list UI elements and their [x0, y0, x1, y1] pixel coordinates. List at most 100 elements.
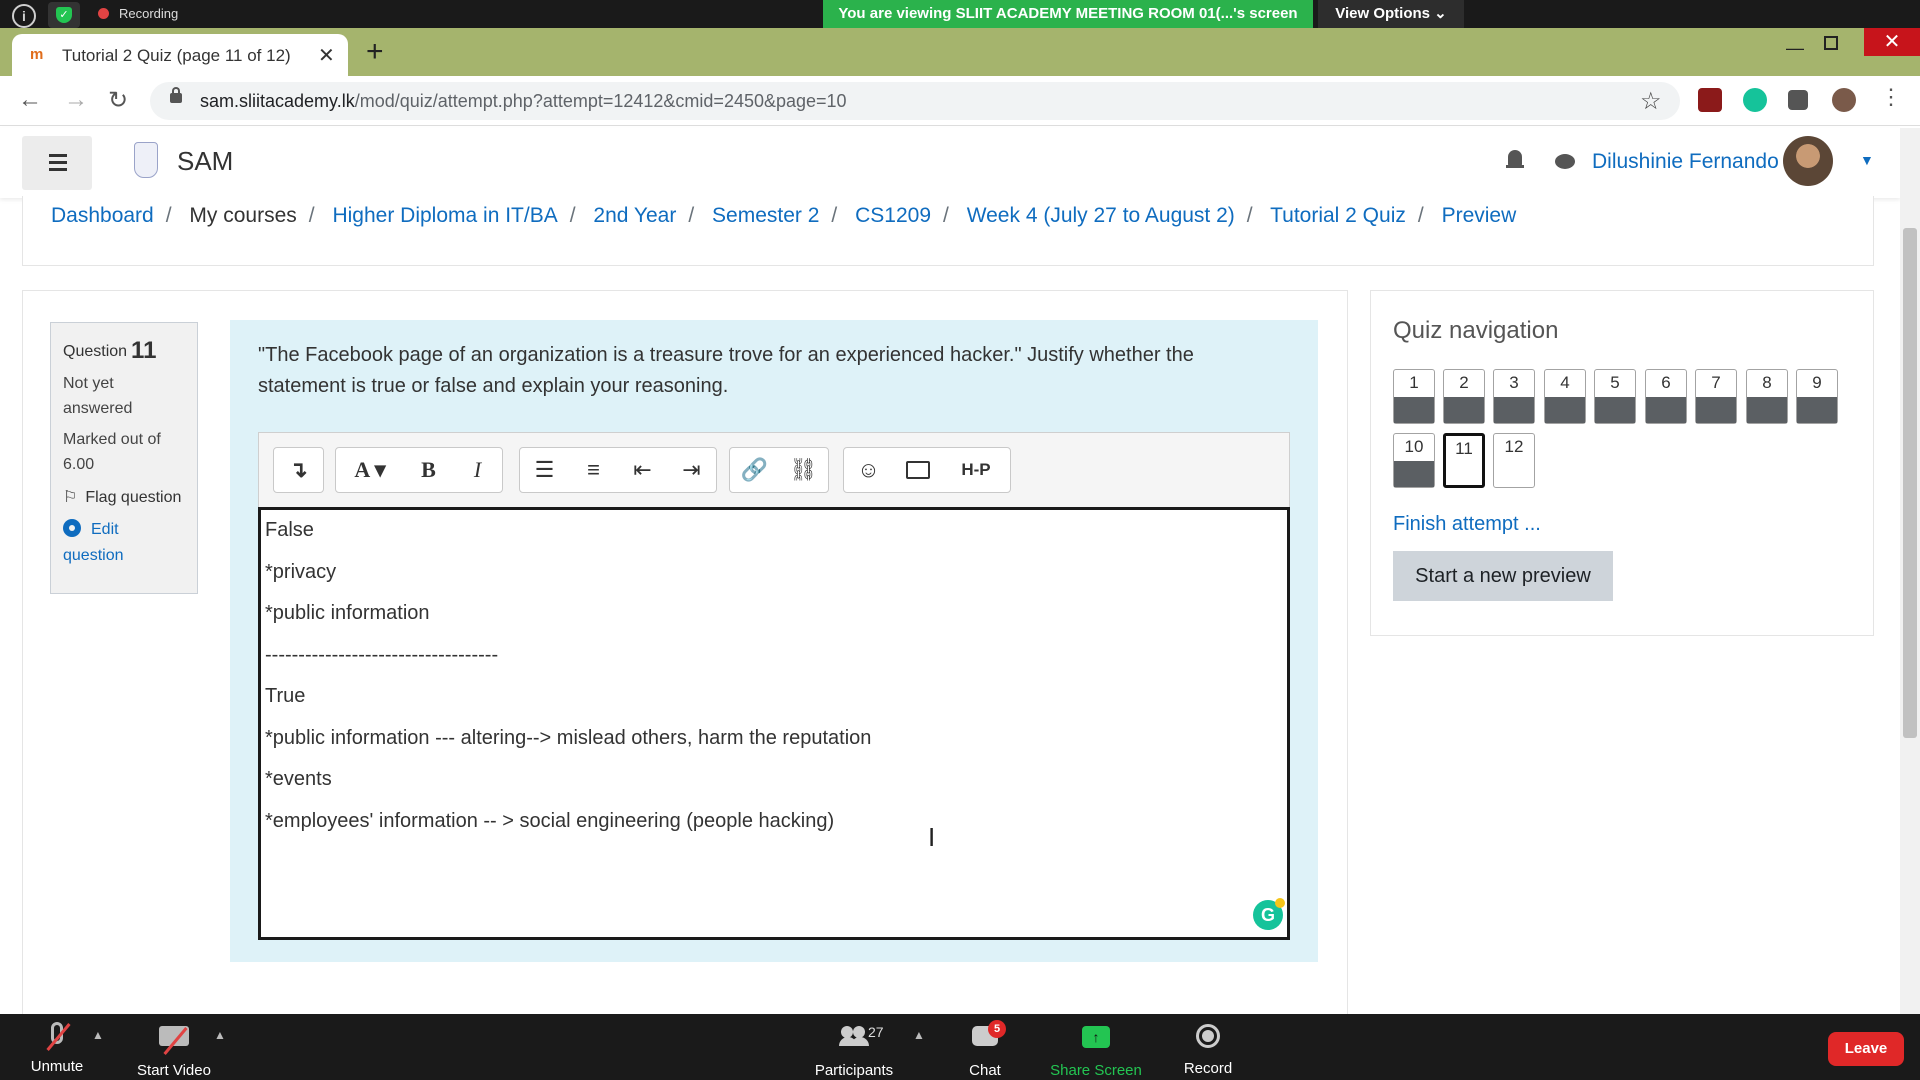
window-restore-button[interactable]	[1824, 36, 1838, 50]
chat-label: Chat	[969, 1062, 1001, 1079]
breadcrumb-week[interactable]: Week 4 (July 27 to August 2)	[967, 204, 1235, 227]
zoom-control-bar: Unmute ▲ Start Video ▲ 27 Participants ▲…	[0, 1014, 1920, 1080]
breadcrumb-dashboard[interactable]: Dashboard	[51, 204, 154, 227]
ordered-list-icon[interactable]: ≡	[569, 448, 618, 492]
messages-icon[interactable]	[1555, 154, 1575, 169]
participants-options-caret-icon[interactable]: ▲	[913, 1028, 925, 1042]
puzzle-extension-icon[interactable]	[1788, 90, 1808, 110]
reload-icon[interactable]: ↻	[108, 86, 128, 115]
user-menu-caret-icon[interactable]: ▼	[1860, 152, 1874, 168]
quiz-nav-button[interactable]: 9	[1796, 369, 1838, 424]
zoom-top-bar: i ✓ Recording You are viewing SLIIT ACAD…	[0, 0, 1920, 28]
quiz-nav-number: 10	[1404, 437, 1424, 456]
participants-label: Participants	[814, 1062, 894, 1079]
grammarly-extension-icon[interactable]	[1743, 88, 1767, 112]
bold-button[interactable]: B	[404, 448, 453, 492]
edit-question-link[interactable]: Edit question	[63, 517, 185, 569]
breadcrumb-quiz[interactable]: Tutorial 2 Quiz	[1270, 204, 1406, 227]
site-name[interactable]: SAM	[177, 146, 233, 177]
start-video-label: Start Video	[137, 1062, 211, 1079]
quiz-nav-button[interactable]: 2	[1443, 369, 1485, 424]
question-info-panel: Question 11 Not yet answered Marked out of…	[50, 322, 198, 594]
unlink-icon[interactable]: ⛓	[779, 448, 828, 492]
back-arrow-icon[interactable]: ←	[18, 86, 42, 114]
audio-options-caret-icon[interactable]: ▲	[92, 1028, 104, 1042]
record-button[interactable]: Record	[1176, 1022, 1240, 1077]
quiz-nav-button[interactable]: 12	[1493, 433, 1535, 488]
hamburger-menu-button[interactable]	[22, 136, 92, 190]
h5p-button[interactable]: H-P	[942, 448, 1010, 492]
status-line-1: Not yet	[63, 375, 114, 392]
scrollbar-thumb[interactable]	[1903, 228, 1917, 738]
chat-icon: 5	[972, 1020, 1006, 1056]
edit-label-1: Edit	[91, 521, 119, 538]
breadcrumb-program[interactable]: Higher Diploma in IT/BA	[332, 204, 557, 227]
recording-dot-icon	[98, 8, 109, 19]
breadcrumb-year[interactable]: 2nd Year	[593, 204, 676, 227]
font-style-button[interactable]: A ▾	[336, 448, 404, 492]
quiz-nav-button[interactable]: 1	[1393, 369, 1435, 424]
quiz-nav-number: 11	[1455, 439, 1473, 458]
breadcrumb-semester[interactable]: Semester 2	[712, 204, 819, 227]
window-close-button[interactable]: ✕	[1864, 28, 1920, 56]
quiz-nav-button[interactable]: 3	[1493, 369, 1535, 424]
breadcrumb-preview[interactable]: Preview	[1442, 204, 1517, 227]
share-screen-icon: ↑	[1046, 1026, 1146, 1056]
breadcrumb-course[interactable]: CS1209	[855, 204, 931, 227]
quiz-nav-button[interactable]: 7	[1695, 369, 1737, 424]
page-scrollbar[interactable]	[1900, 128, 1920, 1014]
question-label: Question	[63, 343, 128, 360]
quiz-nav-button[interactable]: 10	[1393, 433, 1435, 488]
chat-button[interactable]: 5 Chat	[952, 1020, 1018, 1079]
participants-button[interactable]: 27 Participants	[808, 1022, 900, 1079]
share-screen-button[interactable]: ↑ Share Screen	[1046, 1022, 1146, 1079]
profile-avatar-icon[interactable]	[1832, 88, 1856, 112]
browser-tab[interactable]: m Tutorial 2 Quiz (page 11 of 12) ✕	[12, 34, 348, 76]
quiz-nav-button[interactable]: 4	[1544, 369, 1586, 424]
security-shield-icon[interactable]: ✓	[48, 2, 80, 28]
indent-icon[interactable]: ⇥	[667, 448, 716, 492]
view-options-button[interactable]: View Options ⌄	[1318, 0, 1464, 28]
link-icon[interactable]: 🔗	[730, 448, 779, 492]
quiz-nav-button-current[interactable]: 11	[1443, 433, 1485, 488]
browser-menu-icon[interactable]: ⋮	[1880, 84, 1902, 110]
url-input[interactable]: sam.sliitacademy.lk/mod/quiz/attempt.php…	[150, 82, 1680, 120]
image-icon[interactable]	[893, 448, 942, 492]
answer-line: *privacy	[265, 560, 337, 583]
window-minimize-button[interactable]: —	[1786, 38, 1804, 59]
sliit-logo-icon[interactable]	[134, 142, 158, 178]
leave-meeting-button[interactable]: Leave	[1828, 1032, 1904, 1066]
start-new-preview-button[interactable]: Start a new preview	[1393, 551, 1613, 601]
user-name[interactable]: Dilushinie Fernando	[1592, 150, 1779, 174]
flag-question-button[interactable]: ⚐ Flag question	[63, 487, 185, 507]
quiz-nav-button[interactable]: 5	[1594, 369, 1636, 424]
quiz-nav-button[interactable]: 6	[1645, 369, 1687, 424]
video-options-caret-icon[interactable]: ▲	[214, 1028, 226, 1042]
grammarly-icon[interactable]: G	[1253, 898, 1285, 930]
new-tab-button[interactable]: +	[366, 37, 384, 67]
unordered-list-icon[interactable]: ☰	[520, 448, 569, 492]
question-number: Question 11	[63, 337, 185, 365]
toolbar-collapse-button[interactable]: ↴	[274, 448, 323, 492]
quiz-nav-number: 9	[1812, 373, 1822, 392]
lock-icon[interactable]	[170, 87, 182, 103]
quiz-nav-number: 5	[1610, 373, 1620, 392]
answer-textarea[interactable]: False *privacy *public information -----…	[258, 507, 1290, 940]
forward-arrow-icon[interactable]: →	[64, 86, 88, 114]
emoji-icon[interactable]: ☺	[844, 448, 893, 492]
quiz-nav-button[interactable]: 8	[1746, 369, 1788, 424]
finish-attempt-link[interactable]: Finish attempt ...	[1393, 513, 1541, 536]
unmute-label: Unmute	[30, 1058, 84, 1075]
info-icon[interactable]: i	[12, 4, 36, 28]
notification-bell-icon[interactable]	[1506, 150, 1524, 172]
pdf-extension-icon[interactable]	[1698, 88, 1722, 112]
answer-line: *public information	[265, 602, 430, 624]
question-content: "The Facebook page of an organization is…	[230, 320, 1318, 962]
outdent-icon[interactable]: ⇤	[618, 448, 667, 492]
bookmark-star-icon[interactable]: ☆	[1640, 87, 1662, 116]
user-avatar[interactable]	[1783, 136, 1833, 186]
start-video-button[interactable]: Start Video	[130, 1022, 218, 1079]
unmute-button[interactable]: Unmute	[24, 1022, 90, 1075]
tab-close-icon[interactable]: ✕	[318, 43, 335, 68]
italic-button[interactable]: I	[453, 448, 502, 492]
